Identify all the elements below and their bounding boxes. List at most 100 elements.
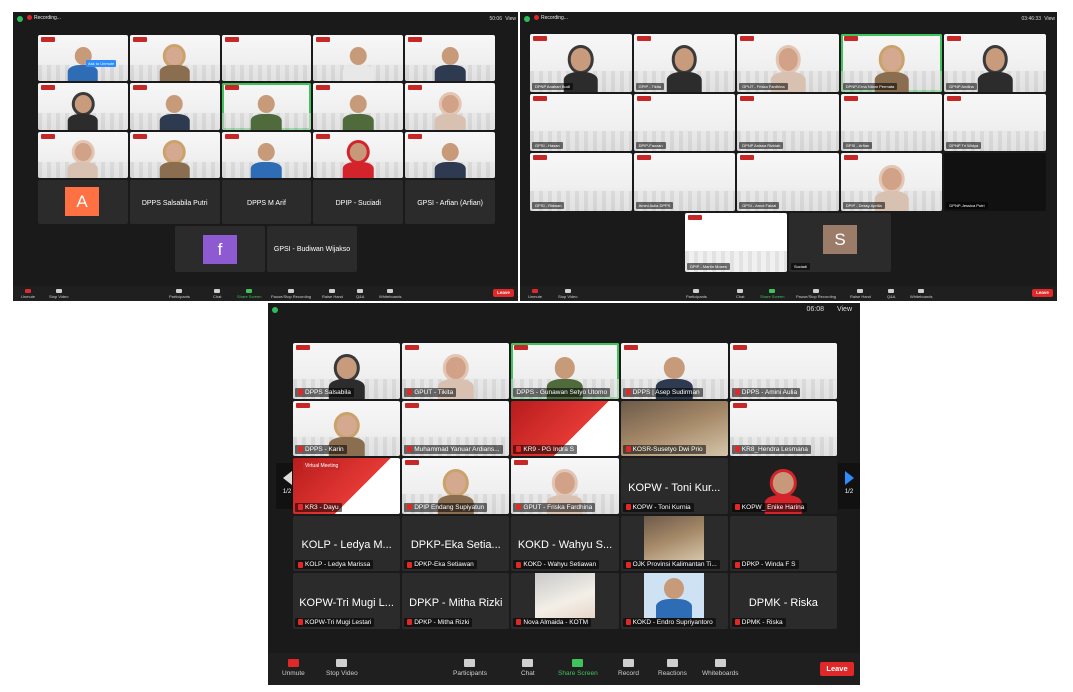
video-tile[interactable]: GPSI - Arfian: [840, 93, 943, 152]
participant-tile[interactable]: KOPW-Tri Mugi L... KOPW-Tri Mugi Lestari: [293, 573, 401, 629]
participant-tile[interactable]: KOPW - Toni Kur... KOPW - Toni Kurnia: [620, 458, 728, 514]
video-tile[interactable]: [405, 83, 495, 130]
video-tile[interactable]: DPPS | Asep Sudirman: [620, 343, 728, 399]
video-tile[interactable]: Ask to Unmute: [38, 35, 128, 82]
view-button[interactable]: View: [505, 16, 516, 22]
qa-button[interactable]: Q&A: [887, 289, 895, 299]
unmute-button[interactable]: Unmute: [282, 659, 305, 677]
chat-button[interactable]: Chat: [736, 289, 744, 299]
participant-tile[interactable]: DPKP - Mitha Rizki DPKP - Mitha Rizki: [402, 573, 510, 629]
participant-tile[interactable]: DPKP - Winda F S: [729, 515, 837, 572]
video-tile[interactable]: [129, 35, 220, 82]
stop-video-button[interactable]: Stop Video: [49, 289, 69, 299]
participants-icon: [464, 659, 476, 667]
participant-tile[interactable]: f: [175, 226, 265, 272]
video-tile[interactable]: [313, 83, 404, 130]
whiteboards-button[interactable]: Whiteboards: [379, 289, 401, 299]
video-tile[interactable]: DPNP-Jessica Putri: [944, 153, 1046, 211]
video-tile[interactable]: OJK Provinsi Kalimantan Ti...: [620, 515, 728, 572]
leave-button[interactable]: Leave: [493, 289, 514, 297]
video-tile[interactable]: [129, 83, 220, 130]
view-button[interactable]: View: [837, 306, 852, 313]
video-tile[interactable]: [221, 83, 312, 130]
record-button[interactable]: Record: [618, 659, 639, 677]
video-tile[interactable]: DPPS - Karin: [293, 400, 401, 457]
video-tile[interactable]: [313, 35, 404, 82]
unmute-button[interactable]: Unmute: [528, 289, 542, 299]
participant-label: Muhammad Yanuar Ardians...: [404, 445, 503, 455]
participant-tile[interactable]: GPSI - Arfian (Arfian): [405, 180, 495, 224]
video-tile[interactable]: KOKD - Endro Supriyantoro: [620, 573, 728, 629]
video-tile[interactable]: DPNP-Erna Nilam Permata: [840, 34, 943, 92]
raise-hand-button[interactable]: Raise Hand: [322, 289, 343, 299]
video-tile[interactable]: [221, 35, 312, 82]
video-tile[interactable]: GPSI - Hasan: [530, 93, 632, 152]
stop-video-button[interactable]: Stop Video: [558, 289, 578, 299]
video-tile[interactable]: [38, 131, 128, 178]
video-tile[interactable]: DPIP Endang Supiyatun: [402, 458, 510, 514]
video-tile[interactable]: KOPW_ Enike Harina: [729, 458, 837, 514]
share-screen-button[interactable]: Share Screen: [237, 289, 261, 299]
participant-tile[interactable]: DPKP-Eka Setia... DPKP-Eka Setiawan: [402, 515, 510, 572]
participant-tile[interactable]: DPPS M Arif: [221, 180, 312, 224]
video-tile[interactable]: DPIP - Martin Moses: [685, 213, 787, 272]
qa-button[interactable]: Q&A: [356, 289, 364, 299]
participant-tile[interactable]: DPMK - Riska DPMK - Riska: [729, 573, 837, 629]
participant-tile[interactable]: KOLP - Ledya M... KOLP - Ledya Marissa: [293, 515, 401, 572]
share-screen-button[interactable]: Share Screen: [558, 659, 598, 677]
chat-button[interactable]: Chat: [521, 659, 535, 677]
next-page-button[interactable]: 1/2: [838, 463, 860, 509]
video-tile[interactable]: GPUT - Friska Fardhina: [737, 34, 839, 92]
video-tile[interactable]: GPSI - Ridwan: [530, 153, 632, 211]
leave-button[interactable]: Leave: [1032, 289, 1053, 297]
participant-tile[interactable]: S Suciadi: [789, 213, 891, 272]
video-tile[interactable]: GPUT - Friska Fardhina: [511, 458, 619, 514]
whiteboards-button[interactable]: Whiteboards: [702, 659, 739, 677]
video-tile[interactable]: DPIP - Dessy Aprilia: [840, 153, 943, 211]
share-screen-button[interactable]: Share Screen: [760, 289, 784, 299]
video-tile[interactable]: DPIP-Fauzan: [633, 93, 736, 152]
video-tile[interactable]: DPPS - Gunawan Setyo Utomo: [511, 343, 619, 399]
video-tile[interactable]: DPPS - Amini Aulia: [729, 343, 837, 399]
video-tile[interactable]: [405, 35, 495, 82]
pause-recording-button[interactable]: Pause/Stop Recording: [271, 289, 311, 299]
participants-button[interactable]: Participants: [686, 289, 707, 299]
pause-recording-button[interactable]: Pause/Stop Recording: [796, 289, 836, 299]
video-tile[interactable]: [38, 83, 128, 130]
video-tile[interactable]: Amini Aulia DPPS: [633, 153, 736, 211]
video-tile[interactable]: KR9 - PG Indra S: [511, 400, 619, 457]
video-tile[interactable]: [405, 131, 495, 178]
participant-tile[interactable]: DPIP - Suciadi: [313, 180, 404, 224]
video-tile[interactable]: Virtual Meeting KR3 - Dayu: [293, 458, 401, 514]
video-tile[interactable]: GPSI - Arnol Faizal: [737, 153, 839, 211]
whiteboards-button[interactable]: Whiteboards: [910, 289, 932, 299]
video-tile[interactable]: DPPS Salsabila: [293, 343, 401, 399]
raise-hand-button[interactable]: Raise Hand: [850, 289, 871, 299]
video-tile[interactable]: Nova Almaida - KOTM: [511, 573, 619, 629]
participants-button[interactable]: Participants: [453, 659, 487, 677]
video-tile[interactable]: DPNP Andina: [944, 34, 1046, 92]
video-tile[interactable]: Muhammad Yanuar Ardians...: [402, 400, 510, 457]
reactions-button[interactable]: Reactions: [658, 659, 687, 677]
video-tile[interactable]: [313, 131, 404, 178]
video-tile[interactable]: KOSR-Susetyo Dwi Prio: [620, 400, 728, 457]
stop-video-button[interactable]: Stop Video: [326, 659, 358, 677]
view-button[interactable]: View: [1044, 16, 1055, 22]
participant-tile[interactable]: DPPS Salsabila Putri: [129, 180, 220, 224]
participant-tile[interactable]: GPSI - Budiwan Wijakso: [267, 226, 357, 272]
video-tile[interactable]: DPNP Anahari Budi: [530, 34, 632, 92]
video-tile[interactable]: DPNP Anissa Rizkiah: [737, 93, 839, 152]
ask-to-unmute-tag[interactable]: Ask to Unmute: [86, 60, 117, 67]
participant-tile[interactable]: KOKD - Wahyu S... KOKD - Wahyu Setiawan: [511, 515, 619, 572]
leave-button[interactable]: Leave: [820, 662, 854, 676]
participants-button[interactable]: Participants: [169, 289, 190, 299]
video-tile[interactable]: DPNP Tri Widya: [944, 93, 1046, 152]
chat-button[interactable]: Chat: [213, 289, 221, 299]
unmute-button[interactable]: Unmute: [21, 289, 35, 299]
video-tile[interactable]: GPIP - Tikita: [633, 34, 736, 92]
video-tile[interactable]: GPUT - Tikita: [402, 343, 510, 399]
participant-tile[interactable]: A: [38, 180, 128, 224]
video-tile[interactable]: [221, 131, 312, 178]
video-tile[interactable]: [129, 131, 220, 178]
video-tile[interactable]: KR8_Hendra Lesmana: [729, 400, 837, 457]
